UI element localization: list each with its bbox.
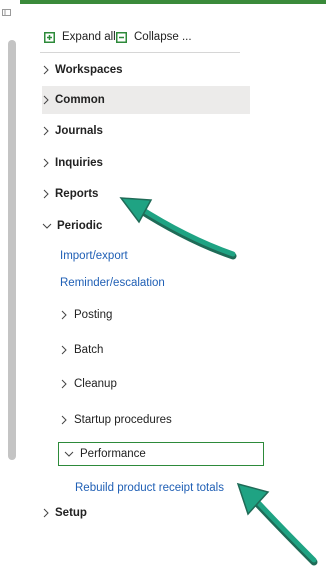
tree-node-workspaces[interactable]: Workspaces [42,56,250,84]
collapse-all-icon [116,31,127,43]
tree-node-label: Periodic [57,220,103,232]
tree-node-label: Startup procedures [74,414,172,426]
tree-node-cleanup[interactable]: Cleanup [60,373,270,395]
chevron-right-icon [43,508,49,518]
chevron-right-icon [43,126,49,136]
link-reminder-escalation[interactable]: Reminder/escalation [60,277,165,289]
tree-node-label: Posting [74,309,113,321]
tree-node-journals[interactable]: Journals [42,117,250,145]
tree-node-label: Performance [80,448,146,460]
tree-node-posting[interactable]: Posting [60,304,270,326]
link-rebuild-product-receipt-totals[interactable]: Rebuild product receipt totals [75,482,224,494]
chevron-right-icon [43,65,49,75]
top-accent-bar [20,0,326,4]
tree-node-performance[interactable]: Performance [58,442,264,466]
chevron-right-icon [61,310,67,320]
tree-node-label: Batch [74,344,104,356]
tree-node-label: Cleanup [74,378,117,390]
tree-node-batch[interactable]: Batch [60,339,270,361]
tree-node-inquiries[interactable]: Inquiries [42,149,250,177]
tree-node-periodic[interactable]: Periodic [42,212,250,240]
tree-node-reports[interactable]: Reports [42,180,250,208]
chevron-right-icon [61,345,67,355]
tree-node-setup[interactable]: Setup [42,499,250,527]
chevron-right-icon [43,95,49,105]
tree-node-label: Setup [55,507,87,519]
expand-all-label: Expand all [62,31,116,43]
chevron-right-icon [61,415,67,425]
chevron-right-icon [43,158,49,168]
collapse-all-label: Collapse ... [134,31,192,43]
tree-node-startup-procedures[interactable]: Startup procedures [60,409,270,431]
tree-node-label: Inquiries [55,157,103,169]
tree-node-label: Workspaces [55,64,123,76]
tree-node-label: Common [55,94,105,106]
tree-node-label: Journals [55,125,103,137]
pane-collapse-icon[interactable] [2,9,11,16]
tree-toolbar: Expand all Collapse ... [40,24,240,53]
tree-node-label: Reports [55,188,99,200]
chevron-down-icon [64,451,74,457]
expand-all-button[interactable]: Expand all [44,28,116,46]
vertical-scrollbar[interactable] [8,40,16,460]
chevron-right-icon [61,379,67,389]
chevron-right-icon [43,189,49,199]
link-import-export[interactable]: Import/export [60,250,128,262]
tree-node-common[interactable]: Common [42,86,250,114]
collapse-all-button[interactable]: Collapse ... [116,28,192,46]
chevron-down-icon [42,223,52,229]
navigation-pane: Expand all Collapse ... Workspaces Commo… [0,0,326,576]
expand-all-icon [44,31,55,43]
